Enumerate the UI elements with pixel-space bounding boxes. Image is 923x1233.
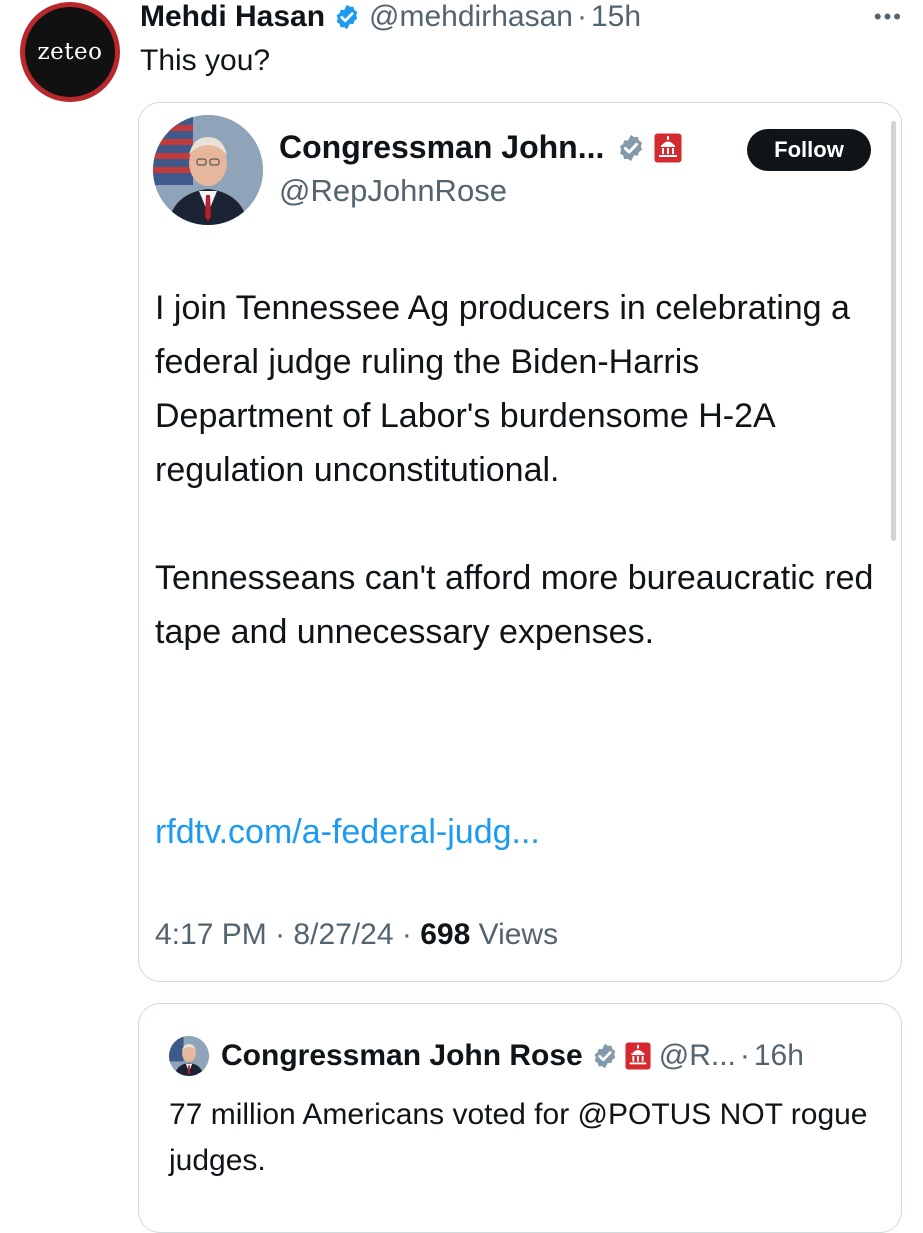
quoted-paragraph-2: Tennesseans can't afford more bureaucrat…	[155, 559, 874, 651]
gray-verified-badge-icon[interactable]	[616, 133, 646, 163]
second-quote-author-name[interactable]: Congressman John Rose	[221, 1039, 583, 1073]
verified-badge-icon[interactable]	[333, 3, 361, 31]
separator-dot: ·	[275, 918, 286, 951]
quoted-tweet-text: I join Tennessee Ag producers in celebra…	[155, 281, 875, 659]
government-affiliation-badge-icon[interactable]	[625, 1042, 651, 1070]
views-count: 698	[420, 918, 471, 951]
scrollbar[interactable]	[891, 121, 896, 541]
tweet-time[interactable]: 15h	[591, 0, 641, 34]
government-affiliation-badge-icon[interactable]	[654, 133, 682, 163]
separator-dot: ·	[739, 1039, 750, 1072]
author-handle[interactable]: @mehdirhasan	[369, 0, 573, 34]
views-label: Views	[478, 918, 559, 951]
quoted-author-avatar[interactable]	[153, 115, 263, 225]
quoted-meta: 4:17 PM · 8/27/24 · 698 Views	[155, 918, 558, 952]
tweet-text: This you?	[140, 44, 271, 77]
second-quote-avatar[interactable]	[169, 1036, 209, 1076]
second-quote-handle[interactable]: @R...	[659, 1039, 736, 1073]
follow-button[interactable]: Follow	[747, 129, 871, 171]
quoted-author-row: Congressman John...	[279, 129, 682, 166]
quoted-tweet-card[interactable]: Congressman John... @RepJohnRose Follow …	[138, 102, 902, 982]
avatar-logo-text: zeteo	[25, 7, 115, 97]
quoted-time[interactable]: 4:17 PM	[155, 918, 267, 951]
separator-dot: ·	[401, 918, 412, 951]
quoted-link[interactable]: rfdtv.com/a-federal-judg...	[155, 813, 540, 852]
author-name[interactable]: Mehdi Hasan	[140, 0, 325, 34]
separator-dot: ·	[576, 0, 587, 33]
author-avatar[interactable]: zeteo	[20, 2, 120, 102]
tweet-header: Mehdi Hasan @mehdirhasan · 15h	[140, 0, 641, 34]
second-quoted-tweet-card[interactable]: Congressman John Rose @R... · 16h 77 mil…	[138, 1003, 902, 1233]
second-quote-text: 77 million Americans voted for @POTUS NO…	[169, 1098, 868, 1177]
quoted-author-handle[interactable]: @RepJohnRose	[279, 173, 507, 209]
second-quote-time[interactable]: 16h	[754, 1039, 804, 1073]
quoted-date[interactable]: 8/27/24	[293, 918, 393, 951]
quoted-author-name[interactable]: Congressman John...	[279, 129, 604, 166]
second-quote-header: Congressman John Rose @R... · 16h	[169, 1036, 804, 1076]
quoted-paragraph-1: I join Tennessee Ag producers in celebra…	[155, 289, 850, 489]
gray-verified-badge-icon[interactable]	[591, 1042, 619, 1070]
more-options-icon[interactable]: •••	[874, 4, 903, 30]
